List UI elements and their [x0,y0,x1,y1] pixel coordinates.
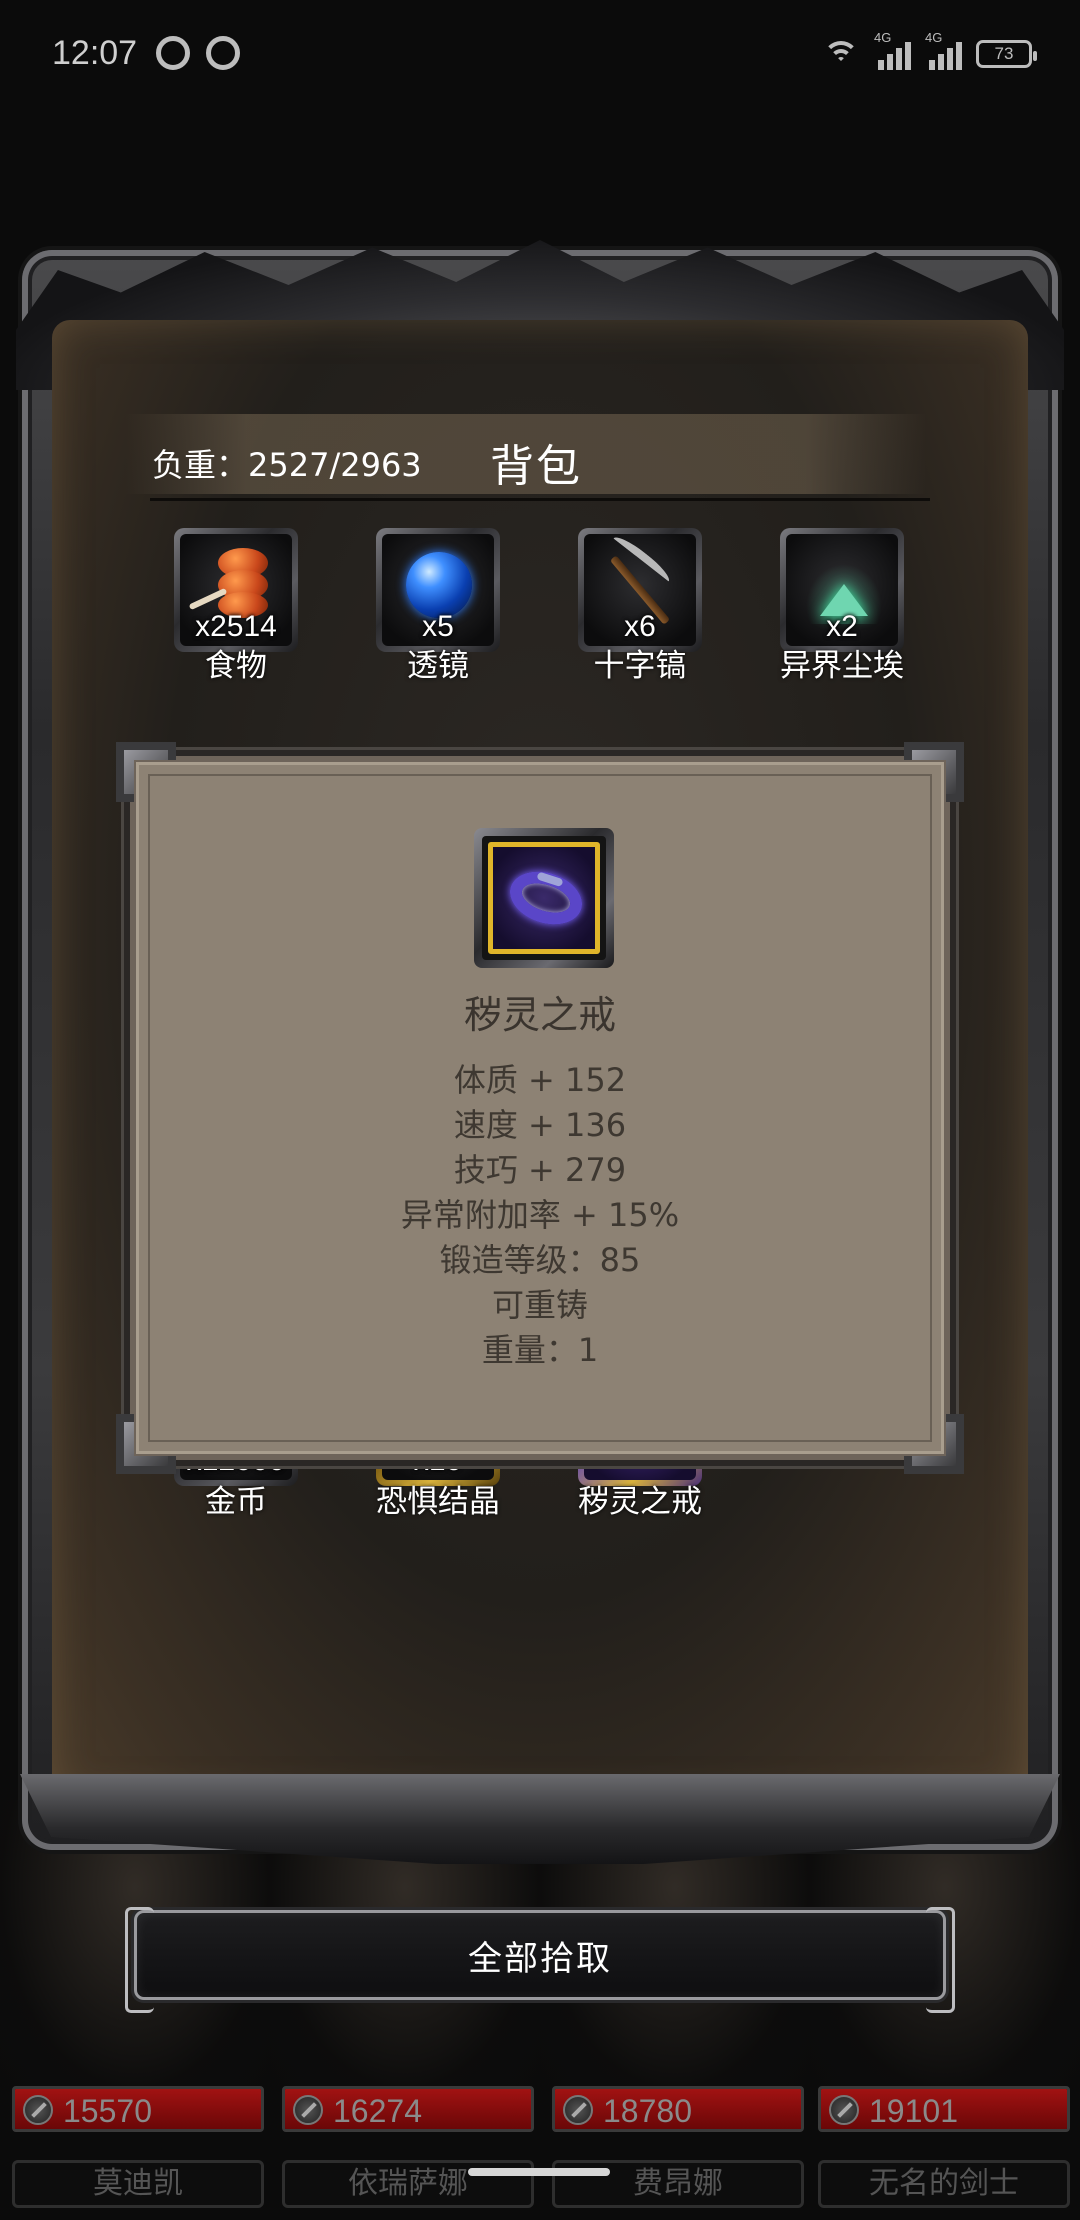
status-bar: 12:07 4G 4G 73 [0,0,1080,110]
network-type: 4G [874,30,892,45]
signal-icon: 4G [874,30,911,70]
hero-hp-bar: 16274 [282,2086,534,2132]
weight-label: 负重：2527/2963 [152,446,422,484]
hero-hp: 19101 [869,2093,958,2129]
item-name: 异界尘埃 [780,648,904,684]
stat-line: 技巧 + 279 [453,1151,627,1189]
item-slot-lens[interactable]: x5 [376,528,500,652]
tooltip-item-slot [474,828,614,968]
notification-icon [206,36,240,70]
item-name: 透镜 [407,648,469,684]
item-count: x2514 [195,610,277,643]
sword-icon [829,2095,859,2125]
battery-level: 73 [994,44,1014,63]
home-indicator[interactable] [468,2168,610,2176]
stat-line: 异常附加率 + 15% [400,1196,680,1234]
item-name: 金币 [205,1484,267,1520]
hero-hp-bar: 19101 [818,2086,1070,2132]
item-name: 恐惧结晶 [376,1484,500,1520]
item-count: x6 [624,610,656,643]
item-slot-pickaxe[interactable]: x6 [578,528,702,652]
hero-hp-bar: 15570 [12,2086,264,2132]
sword-icon [23,2095,53,2125]
status-time: 12:07 [52,34,138,72]
lens-icon [406,552,472,618]
item-slot-food[interactable]: x2514 [174,528,298,652]
item-tooltip[interactable]: 秽灵之戒 体质 + 152 速度 + 136 技巧 + 279 异常附加率 + … [116,742,964,1474]
item-name: 秽灵之戒 [578,1484,702,1520]
network-type-2: 4G [925,30,943,45]
hero-hp: 16274 [333,2093,422,2129]
item-name: 食物 [205,648,267,684]
stat-line: 重量：1 [481,1331,599,1369]
hero-hp: 18780 [603,2093,692,2129]
item-count: x2 [826,610,858,643]
stat-line: 可重铸 [491,1286,588,1324]
stat-line: 锻造等级：85 [439,1241,641,1279]
stat-line: 速度 + 136 [453,1106,627,1144]
sword-icon [563,2095,593,2125]
item-name: 十字镐 [593,648,687,684]
wifi-icon [822,39,860,69]
page-title: 背包 [490,441,582,492]
pickup-all-button[interactable]: 全部拾取 [125,1907,955,2013]
tooltip-stats: 体质 + 152 速度 + 136 技巧 + 279 异常附加率 + 15% 锻… [130,1058,950,1373]
tooltip-item-name: 秽灵之戒 [463,993,616,1037]
divider [150,498,930,501]
signal-icon-2: 4G [925,30,962,70]
sword-icon [293,2095,323,2125]
stat-line: 体质 + 152 [453,1061,627,1099]
ring-icon [503,862,589,934]
hero-tab-nameless-swordsman[interactable]: 无名的剑士 [818,2160,1070,2208]
hero-hp: 15570 [63,2093,152,2129]
hero-tab-mordecai[interactable]: 莫迪凯 [12,2160,264,2208]
item-slot-dust[interactable]: x2 [780,528,904,652]
hero-hp-bar: 18780 [552,2086,804,2132]
item-count: x5 [422,610,454,643]
sync-icon [156,36,190,70]
battery-icon: 73 [976,40,1037,68]
